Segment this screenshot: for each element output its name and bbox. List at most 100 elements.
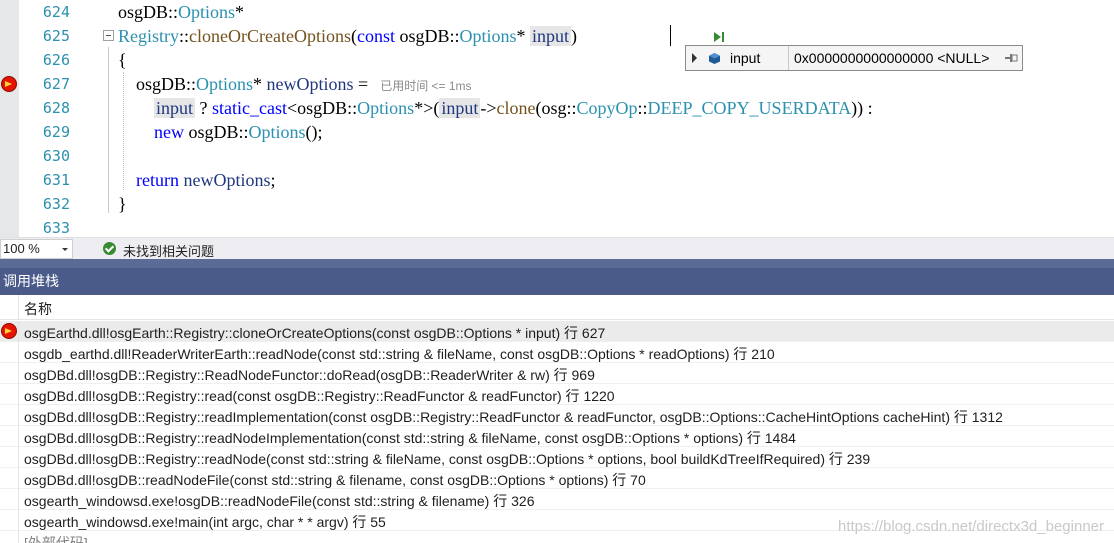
line-number: 630 bbox=[42, 147, 70, 165]
row-gutter bbox=[0, 384, 19, 405]
outlining-line bbox=[108, 47, 109, 213]
code-token: Options bbox=[178, 2, 236, 22]
current-statement-icon[interactable] bbox=[1, 76, 17, 92]
datatip[interactable]: input 0x0000000000000000 <NULL> bbox=[685, 45, 1023, 71]
line-number: 625 bbox=[42, 27, 70, 45]
call-stack-row[interactable]: osgDBd.dll!osgDB::Registry::readImplemen… bbox=[0, 405, 1114, 426]
zoom-level: 100 % bbox=[3, 241, 40, 256]
line-number: 629 bbox=[42, 123, 70, 141]
code-text: { bbox=[118, 48, 127, 72]
stack-frame-name: osgDBd.dll!osgDB::Registry::readImplemen… bbox=[24, 409, 1003, 425]
stack-frame-name: osgEarthd.dll!osgEarth::Registry::cloneO… bbox=[24, 325, 606, 341]
code-token: ) bbox=[571, 26, 578, 46]
code-token: * bbox=[235, 2, 245, 22]
pin-icon[interactable] bbox=[1004, 52, 1018, 64]
code-text: osgDB::Options* newOptions = 已用时间 <= 1ms bbox=[118, 72, 472, 98]
highlighted-reference: input bbox=[439, 98, 481, 118]
call-stack-title: 调用堆栈 bbox=[0, 268, 1114, 295]
call-stack-row[interactable]: osgDBd.dll!osgDB::Registry::readNodeImpl… bbox=[0, 426, 1114, 447]
code-editor[interactable]: 624 osgDB::Options* 625 Registry::cloneOrCr… bbox=[0, 0, 1114, 237]
code-line[interactable]: 624 osgDB::Options* bbox=[0, 0, 1114, 24]
panel-splitter[interactable] bbox=[0, 259, 1114, 268]
perf-tip[interactable]: 已用时间 <= 1ms bbox=[380, 79, 471, 93]
indent-guide bbox=[123, 72, 124, 190]
row-gutter bbox=[0, 342, 19, 363]
code-text: } bbox=[118, 192, 127, 216]
call-stack-row[interactable]: osgDBd.dll!osgDB::Registry::readNode(con… bbox=[0, 447, 1114, 468]
code-token: Options bbox=[196, 74, 254, 94]
check-circle-icon bbox=[103, 242, 116, 255]
datatip-variable-value[interactable]: 0x0000000000000000 <NULL> bbox=[794, 50, 989, 66]
zoom-dropdown[interactable]: 100 % bbox=[0, 239, 73, 259]
row-gutter bbox=[0, 468, 19, 489]
code-token: )) : bbox=[851, 98, 873, 118]
row-gutter bbox=[0, 489, 19, 510]
code-token: * bbox=[253, 74, 267, 94]
row-gutter bbox=[0, 531, 19, 543]
variable-cube-icon bbox=[709, 53, 720, 64]
code-line[interactable]: 629 new osgDB::Options(); bbox=[0, 120, 1114, 144]
call-stack-row[interactable]: osgEarthd.dll!osgEarth::Registry::cloneO… bbox=[0, 321, 1114, 342]
call-stack-row[interactable]: osgDBd.dll!osgDB::Registry::read(const o… bbox=[0, 384, 1114, 405]
datatip-separator bbox=[788, 46, 789, 70]
code-token: ? bbox=[195, 98, 213, 118]
row-gutter bbox=[0, 510, 19, 531]
row-gutter bbox=[0, 363, 19, 384]
code-line[interactable]: 633 bbox=[0, 216, 1114, 237]
code-line[interactable]: 632} bbox=[0, 192, 1114, 216]
highlighted-reference: input bbox=[530, 26, 572, 46]
code-token: (); bbox=[305, 122, 323, 142]
code-token: } bbox=[118, 194, 127, 214]
code-token: Registry bbox=[118, 26, 179, 46]
stack-frame-name: osgDBd.dll!osgDB::Registry::readNode(con… bbox=[24, 451, 871, 467]
line-number: 624 bbox=[42, 3, 70, 21]
datatip-variable-name: input bbox=[730, 50, 761, 66]
code-token: static_cast bbox=[212, 98, 287, 118]
call-stack-row[interactable]: osgearth_windowsd.exe!osgDB::readNodeFil… bbox=[0, 489, 1114, 510]
run-to-click-icon[interactable] bbox=[712, 30, 726, 44]
call-stack-row[interactable]: osgdb_earthd.dll!ReaderWriterEarth::read… bbox=[0, 342, 1114, 363]
collapse-icon[interactable] bbox=[103, 30, 114, 41]
stack-frame-name: [外部代码] bbox=[24, 535, 88, 543]
code-token: osgDB:: bbox=[118, 74, 197, 94]
call-stack-panel[interactable]: 名称 osgEarthd.dll!osgEarth::Registry::clo… bbox=[0, 295, 1114, 543]
code-token: = bbox=[353, 74, 369, 94]
stack-frame-name: osgDBd.dll!osgDB::Registry::ReadNodeFunc… bbox=[24, 367, 595, 383]
line-number: 628 bbox=[42, 99, 70, 117]
code-line[interactable]: 628 input ? static_cast<osgDB::Options*>… bbox=[0, 96, 1114, 120]
code-token: ; bbox=[270, 170, 276, 190]
stack-frame-name: osgearth_windowsd.exe!main(int argc, cha… bbox=[24, 514, 386, 530]
column-name-label: 名称 bbox=[24, 301, 52, 317]
code-token: :: bbox=[637, 98, 648, 118]
call-stack-row[interactable]: osgDBd.dll!osgDB::readNodeFile(const std… bbox=[0, 468, 1114, 489]
line-number: 626 bbox=[42, 51, 70, 69]
issues-status[interactable]: 未找到相关问题 bbox=[123, 241, 214, 260]
code-token: CopyOp bbox=[576, 98, 638, 118]
stack-frame-name: osgDBd.dll!osgDB::Registry::readNodeImpl… bbox=[24, 430, 796, 446]
code-token: :: bbox=[179, 26, 190, 46]
line-number: 627 bbox=[42, 75, 70, 93]
code-token: { bbox=[118, 50, 127, 70]
code-token: (osg:: bbox=[535, 98, 577, 118]
code-token: -> bbox=[480, 98, 497, 118]
code-token: * bbox=[516, 26, 530, 46]
code-token: const bbox=[356, 26, 400, 46]
highlighted-reference: input bbox=[154, 98, 196, 118]
line-number: 631 bbox=[42, 171, 70, 189]
code-line[interactable]: 631 return newOptions; bbox=[0, 168, 1114, 192]
code-token: clone bbox=[496, 98, 536, 118]
code-token: Options bbox=[459, 26, 517, 46]
code-line[interactable]: 630 bbox=[0, 144, 1114, 168]
line-number: 632 bbox=[42, 195, 70, 213]
code-token: *>( bbox=[414, 98, 440, 118]
line-number: 633 bbox=[42, 219, 70, 237]
call-stack-row[interactable]: osgDBd.dll!osgDB::Registry::ReadNodeFunc… bbox=[0, 363, 1114, 384]
code-line[interactable]: 627 osgDB::Options* newOptions = 已用时间 <= … bbox=[0, 72, 1114, 96]
code-text: osgDB::Options* bbox=[118, 0, 244, 24]
code-token: cloneOrCreateOptions bbox=[189, 26, 351, 46]
expand-arrow-icon[interactable] bbox=[692, 53, 697, 63]
code-text: Registry::cloneOrCreateOptions(const osg… bbox=[118, 24, 577, 48]
code-token: Options bbox=[357, 98, 415, 118]
column-header[interactable]: 名称 bbox=[0, 295, 1114, 320]
